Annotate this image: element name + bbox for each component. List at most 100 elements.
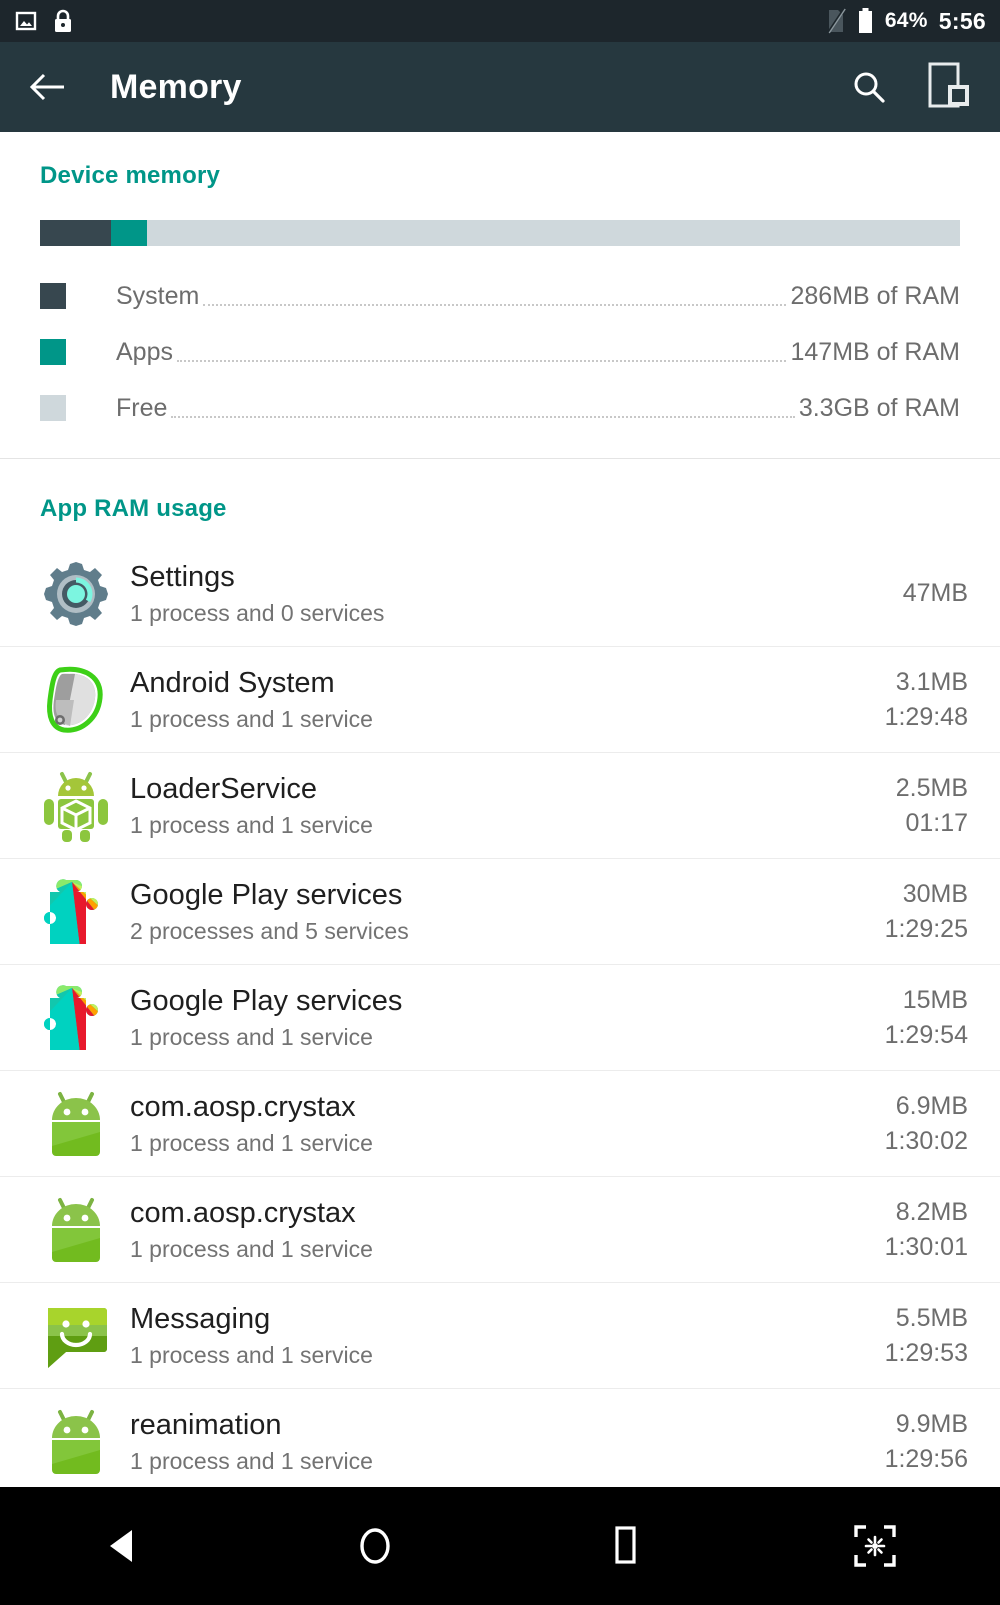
- back-button[interactable]: [28, 70, 68, 104]
- toolbar-actions: [850, 61, 972, 113]
- app-process-summary: 1 process and 1 service: [130, 1447, 373, 1474]
- app-row[interactable]: Android System 1 process and 1 service 3.1…: [0, 647, 1000, 753]
- app-memory-value: 9.9MB: [895, 1409, 968, 1438]
- nav-back-icon[interactable]: [0, 1524, 250, 1568]
- memory-bar-segment-apps: [110, 220, 147, 246]
- app-row[interactable]: Google Play services 2 processes and 5 se…: [0, 859, 1000, 965]
- legend-value: 3.3GB of RAM: [798, 393, 960, 422]
- search-icon[interactable]: [850, 68, 888, 106]
- nav-home-icon[interactable]: [250, 1522, 500, 1570]
- legend-swatch-system: [40, 283, 66, 309]
- app-process-summary: 1 process and 1 service: [130, 1129, 373, 1156]
- app-memory-value: 5.5MB: [895, 1303, 968, 1332]
- app-process-summary: 1 process and 1 service: [130, 705, 373, 732]
- app-memory-value: 3.1MB: [895, 667, 968, 696]
- app-row-text: com.aosp.crystax 1 process and 1 service: [130, 1197, 373, 1263]
- legend-value: 147MB of RAM: [790, 337, 960, 366]
- status-bar-left-icons: [14, 8, 74, 34]
- app-row[interactable]: Settings 1 process and 0 services 47MB: [0, 541, 1000, 647]
- app-row-text: Messaging 1 process and 1 service: [130, 1303, 373, 1369]
- android-default-icon: [40, 1406, 112, 1478]
- app-name: com.aosp.crystax: [130, 1196, 356, 1229]
- app-row-text: LoaderService 1 process and 1 service: [130, 773, 373, 839]
- nav-screenshot-icon[interactable]: [750, 1523, 1000, 1569]
- app-uptime-value: 1:29:25: [884, 914, 968, 943]
- app-row-stats: 6.9MB 1:30:02: [885, 1092, 968, 1156]
- app-process-summary: 1 process and 1 service: [130, 1341, 373, 1368]
- app-uptime-value: 1:29:54: [884, 1020, 968, 1049]
- app-name: Google Play services: [130, 984, 403, 1017]
- legend-leader-line: [203, 286, 787, 306]
- app-row[interactable]: Messaging 1 process and 1 service 5.5MB 1:2…: [0, 1283, 1000, 1389]
- app-name: Settings: [130, 560, 235, 593]
- device-chip-icon[interactable]: [926, 61, 972, 113]
- android-system-icon: [40, 664, 112, 736]
- status-bar: 64% 5:56: [0, 0, 1000, 42]
- app-process-summary: 1 process and 0 services: [130, 599, 385, 626]
- app-memory-value: 6.9MB: [895, 1091, 968, 1120]
- system-navigation-bar: [0, 1487, 1000, 1605]
- legend-row: System 286MB of RAM: [40, 268, 960, 324]
- legend-value: 286MB of RAM: [790, 281, 960, 310]
- app-memory-value: 47MB: [902, 579, 968, 608]
- app-row-stats: 30MB 1:29:25: [885, 880, 968, 944]
- app-row-text: Google Play services 1 process and 1 serv…: [130, 985, 402, 1051]
- app-toolbar: Memory: [0, 42, 1000, 132]
- app-row-text: Android System 1 process and 1 service: [130, 667, 373, 733]
- app-row-text: Settings 1 process and 0 services: [130, 561, 384, 627]
- app-row-stats: 2.5MB 01:17: [896, 774, 968, 838]
- app-row[interactable]: LoaderService 1 process and 1 service 2.5M…: [0, 753, 1000, 859]
- legend-leader-line: [176, 342, 787, 362]
- app-name: Messaging: [130, 1302, 271, 1335]
- app-row[interactable]: com.aosp.crystax 1 process and 1 service 8…: [0, 1177, 1000, 1283]
- app-name: com.aosp.crystax: [130, 1090, 356, 1123]
- messaging-icon: [40, 1300, 112, 1372]
- app-row-stats: 15MB 1:29:54: [885, 986, 968, 1050]
- memory-bar-segment-free: [146, 220, 960, 246]
- no-sim-icon: [826, 7, 846, 35]
- app-row-text: Google Play services 2 processes and 5 se…: [130, 879, 409, 945]
- app-row-text: com.aosp.crystax 1 process and 1 service: [130, 1091, 373, 1157]
- app-uptime-value: 1:30:01: [884, 1232, 968, 1261]
- app-name: reanimation: [130, 1408, 282, 1441]
- app-uptime-value: 1:29:48: [884, 702, 968, 731]
- app-row-stats: 5.5MB 1:29:53: [885, 1304, 968, 1368]
- app-row[interactable]: reanimation 1 process and 1 service 9.9MB 1…: [0, 1389, 1000, 1495]
- memory-bar-segment-system: [40, 220, 111, 246]
- android-default-icon: [40, 1088, 112, 1160]
- app-ram-usage-heading: App RAM usage: [40, 495, 227, 522]
- app-uptime-value: 01:17: [905, 808, 968, 837]
- app-row[interactable]: Google Play services 1 process and 1 serv…: [0, 965, 1000, 1071]
- legend-label: System: [116, 281, 200, 310]
- google-play-services-icon: [40, 982, 112, 1054]
- status-bar-right-icons: 64% 5:56: [826, 7, 986, 35]
- legend-swatch-free: [40, 395, 66, 421]
- app-ram-list: Settings 1 process and 0 services 47MB And…: [0, 541, 1000, 1495]
- legend-row: Apps 147MB of RAM: [40, 324, 960, 380]
- app-uptime-value: 1:29:56: [884, 1444, 968, 1473]
- app-name: Android System: [130, 666, 335, 699]
- app-row[interactable]: com.aosp.crystax 1 process and 1 service 6…: [0, 1071, 1000, 1177]
- app-process-summary: 1 process and 1 service: [130, 1235, 373, 1262]
- nav-recents-icon[interactable]: [500, 1522, 750, 1570]
- app-row-stats: 9.9MB 1:29:56: [885, 1410, 968, 1474]
- legend-label: Free: [116, 393, 168, 422]
- device-memory-heading: Device memory: [40, 162, 221, 189]
- app-memory-value: 15MB: [902, 985, 968, 1014]
- google-play-services-icon: [40, 876, 112, 948]
- app-row-stats: 47MB: [903, 579, 968, 608]
- device-memory-bar-wrap: [0, 190, 1000, 246]
- legend-label: Apps: [116, 337, 173, 366]
- app-name: LoaderService: [130, 772, 317, 805]
- image-icon: [14, 9, 38, 33]
- device-memory-bar: [40, 220, 960, 246]
- android-box-robot-icon: [40, 770, 112, 842]
- app-memory-value: 8.2MB: [895, 1197, 968, 1226]
- app-row-stats: 8.2MB 1:30:01: [885, 1198, 968, 1262]
- app-process-summary: 2 processes and 5 services: [130, 917, 409, 944]
- legend-leader-line: [171, 398, 795, 418]
- memory-content: Device memory System 286MB of RAM Apps 147M…: [0, 132, 1000, 1495]
- android-default-icon: [40, 1194, 112, 1266]
- device-memory-legend: System 286MB of RAM Apps 147MB of RAM Free 3.…: [0, 246, 1000, 436]
